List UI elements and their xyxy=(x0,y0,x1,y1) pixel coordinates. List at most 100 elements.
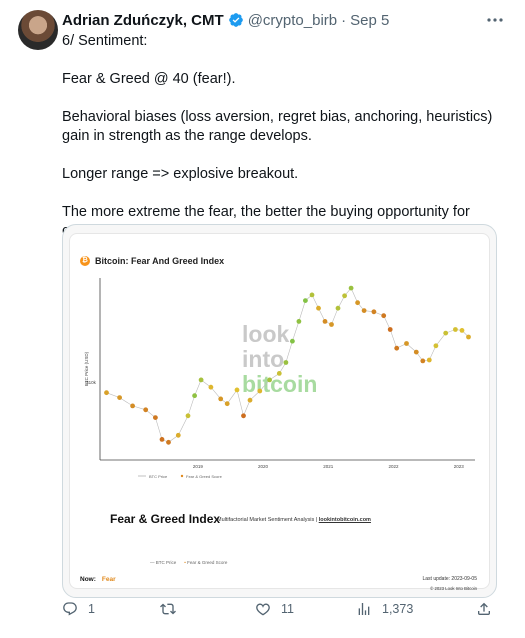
fear-greed-point xyxy=(322,319,328,324)
separator-dot: · xyxy=(341,11,347,29)
y-tick-label: $10k xyxy=(86,380,97,385)
fear-greed-point xyxy=(371,309,377,315)
fear-greed-point xyxy=(247,397,253,403)
btc-price-line xyxy=(106,287,469,443)
retweet-icon xyxy=(160,603,176,615)
reply-icon xyxy=(63,602,77,616)
reply-button[interactable]: 1 xyxy=(62,601,95,617)
legend-fear-greed: Fear & Greed Score xyxy=(186,474,223,479)
x-tick-label: 2022 xyxy=(388,464,399,469)
tweet-paragraph: Longer range => explosive breakout. xyxy=(62,166,299,182)
fear-greed-point xyxy=(342,293,347,299)
tweet-paragraph: Behavioral biases (loss aversion, regret… xyxy=(62,109,493,144)
tweet-date[interactable]: Sep 5 xyxy=(350,12,389,29)
now-label: Now: xyxy=(80,576,96,583)
fear-greed-point xyxy=(466,334,471,340)
copyright: © 2023 Look Into Bitcoin xyxy=(430,586,477,591)
fear-greed-point xyxy=(175,432,181,438)
fear-greed-point xyxy=(153,415,158,420)
heart-icon xyxy=(256,603,270,616)
gauge-legend-fg-label: Fear & Greed Score xyxy=(187,560,228,565)
fear-greed-point xyxy=(192,393,197,399)
fear-greed-chart: BTC Price (USD) $10k 2019 2020 2021 2022 202… xyxy=(84,278,475,479)
fear-greed-point xyxy=(117,395,122,400)
fear-greed-point xyxy=(257,388,263,394)
fear-greed-subtitle: Multifactorial Market Sentiment Analysis… xyxy=(217,517,371,523)
now-value: Fear xyxy=(101,576,116,583)
fear-greed-point xyxy=(198,377,204,383)
fear-greed-point xyxy=(130,403,135,409)
fear-greed-point xyxy=(296,319,302,324)
fear-greed-point xyxy=(234,387,240,393)
subtitle-prefix: Multifactorial Market Sentiment Analysis… xyxy=(217,517,318,523)
views-count: 1,373 xyxy=(382,602,414,616)
x-tick-label: 2020 xyxy=(258,464,269,469)
fear-greed-point xyxy=(267,377,272,383)
views-button[interactable]: 1,373 xyxy=(356,601,413,617)
legend-btc-price: BTC Price xyxy=(149,474,168,479)
fear-greed-point xyxy=(276,371,282,376)
fear-greed-point xyxy=(283,360,289,365)
fear-greed-point xyxy=(224,401,230,407)
tweet-paragraph: 6/ Sentiment: xyxy=(62,33,148,49)
gauge-legend-fg: • Fear & Greed Score xyxy=(184,560,228,565)
fear-greed-point xyxy=(459,328,465,333)
fear-greed-point xyxy=(241,413,246,419)
gauge-legend-btc-label: BTC Price xyxy=(155,560,177,565)
fear-greed-point xyxy=(355,300,360,306)
share-button[interactable] xyxy=(476,601,492,617)
fear-greed-point xyxy=(329,322,334,327)
tweet-paragraph: Fear & Greed @ 40 (fear!). xyxy=(62,71,236,87)
watermark-look: look xyxy=(242,321,289,347)
fear-greed-point xyxy=(387,327,393,332)
fear-greed-point xyxy=(316,305,321,311)
fear-greed-band xyxy=(71,502,488,556)
x-tick-label: 2021 xyxy=(323,464,334,469)
last-update: Last update: 2023-09-05 xyxy=(422,576,478,582)
fear-greed-point xyxy=(381,313,387,319)
now-indicator: Now: Fear xyxy=(80,576,116,583)
fear-greed-point xyxy=(208,384,214,390)
author-name[interactable]: Adrian Zduńczyk, CMT xyxy=(62,12,224,29)
fear-greed-point xyxy=(159,437,165,442)
chart-legend: BTC Price Fear & Greed Score xyxy=(138,474,223,479)
fear-greed-point xyxy=(420,358,426,364)
fear-greed-point xyxy=(290,338,295,344)
fear-greed-point xyxy=(426,357,432,363)
gauge-legend-btc: — BTC Price xyxy=(150,560,177,565)
fear-greed-point xyxy=(218,396,224,402)
x-tick-label: 2023 xyxy=(454,464,465,469)
tweet[interactable]: Adrian Zduńczyk, CMT @crypto_birb · Sep … xyxy=(0,0,525,638)
views-bar-chart-icon xyxy=(358,603,370,615)
fear-greed-point xyxy=(309,292,315,298)
fear-greed-point xyxy=(433,343,439,349)
fear-greed-point xyxy=(335,305,341,311)
like-button[interactable]: 11 xyxy=(255,601,294,617)
fear-greed-point xyxy=(303,298,308,303)
subtitle-link[interactable]: lookintobitcoin.com xyxy=(319,517,371,523)
fear-greed-point xyxy=(394,345,400,351)
fear-greed-point xyxy=(361,308,367,313)
watermark: look into bitcoin xyxy=(242,321,317,397)
verified-badge-icon xyxy=(228,13,243,27)
watermark-into: into xyxy=(242,346,284,372)
fear-greed-point xyxy=(166,439,171,445)
tweet-actions: 1 11 1,373 xyxy=(62,599,502,619)
tweet-media[interactable]: ₿ Bitcoin: Fear And Greed Index BTC Pric… xyxy=(62,224,497,598)
more-horizontal-icon[interactable] xyxy=(485,12,505,28)
fear-greed-point xyxy=(348,285,354,291)
retweet-button[interactable] xyxy=(160,601,186,617)
chart-card: ₿ Bitcoin: Fear And Greed Index BTC Pric… xyxy=(69,233,490,591)
gauge-legend: — BTC Price • Fear & Greed Score xyxy=(150,560,227,565)
fear-greed-point xyxy=(104,390,109,396)
tweet-header: Adrian Zduńczyk, CMT @crypto_birb · Sep … xyxy=(62,10,389,30)
fear-greed-point xyxy=(413,349,419,355)
reply-count: 1 xyxy=(88,602,95,616)
fear-greed-point xyxy=(453,327,458,332)
fear-greed-point xyxy=(185,413,191,419)
share-icon xyxy=(478,602,490,615)
author-handle[interactable]: @crypto_birb xyxy=(248,12,337,29)
like-count: 11 xyxy=(281,602,294,616)
avatar[interactable] xyxy=(18,10,58,50)
x-tick-label: 2019 xyxy=(193,464,204,469)
